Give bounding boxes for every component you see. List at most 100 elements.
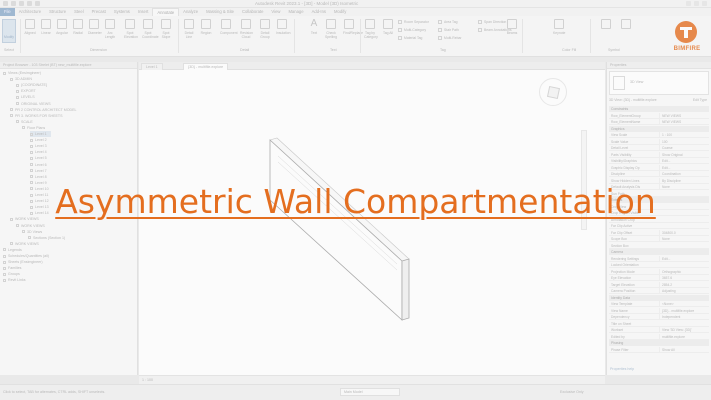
property-row[interactable]: Parts Visibility Show Original bbox=[609, 151, 709, 158]
save-icon[interactable] bbox=[19, 1, 24, 6]
tree-item[interactable]: Groups bbox=[3, 271, 20, 277]
tree-item[interactable]: PR 2 CONTROL ARCHITECT MODEL bbox=[10, 107, 77, 113]
tab-file[interactable]: File bbox=[0, 8, 15, 16]
minimize-icon[interactable] bbox=[686, 1, 691, 6]
property-row[interactable]: Workset View '3D View: {3D}' bbox=[609, 327, 709, 333]
expand-toggle-icon[interactable] bbox=[16, 89, 19, 93]
expand-toggle-icon[interactable] bbox=[30, 138, 33, 142]
tab-add-ins[interactable]: Add-Ins bbox=[308, 8, 330, 16]
property-group-header[interactable]: Phasing bbox=[609, 340, 709, 346]
tree-item[interactable]: {COORDINATE} bbox=[16, 82, 47, 88]
expand-toggle-icon[interactable] bbox=[3, 248, 6, 252]
property-value[interactable]: <None> bbox=[659, 301, 709, 306]
property-value[interactable]: Show Original bbox=[659, 151, 709, 157]
property-value[interactable]: View '3D View: {3D}' bbox=[659, 327, 709, 332]
property-row[interactable]: View Name {3D} - multifile.explore bbox=[609, 307, 709, 314]
drawing-canvas[interactable] bbox=[139, 70, 605, 375]
open-icon[interactable] bbox=[11, 1, 16, 6]
tree-item[interactable]: Families bbox=[3, 265, 21, 271]
tab-annotate[interactable]: Annotate bbox=[152, 8, 180, 16]
expand-toggle-icon[interactable] bbox=[28, 236, 31, 240]
expand-toggle-icon[interactable] bbox=[10, 108, 13, 112]
tree-item[interactable]: Revit Links bbox=[3, 277, 26, 283]
tree-item[interactable]: EXPORT bbox=[16, 88, 36, 94]
property-value[interactable]: Edit... bbox=[659, 164, 709, 170]
property-value[interactable]: 100 bbox=[659, 138, 709, 144]
property-row[interactable]: Eye Elevation 3657.6 bbox=[609, 275, 709, 281]
tag-by-category-button[interactable]: Tag by Category bbox=[364, 19, 378, 43]
tree-item[interactable]: LEVELS bbox=[16, 94, 35, 100]
expand-toggle-icon[interactable] bbox=[16, 224, 19, 228]
tree-item[interactable]: Floor Plans bbox=[22, 125, 45, 131]
property-row[interactable]: Section Box bbox=[609, 243, 709, 249]
tree-item[interactable]: Level 6 bbox=[30, 162, 47, 168]
properties-help-link[interactable]: Properties help bbox=[610, 367, 634, 371]
property-row[interactable]: Row_ElementName NEW VIEWS bbox=[609, 119, 709, 125]
tree-item[interactable]: Level 3 bbox=[30, 143, 47, 149]
property-row[interactable]: Detail Level Coarse bbox=[609, 145, 709, 151]
property-value[interactable]: Independent bbox=[659, 314, 709, 319]
edit-type-button[interactable]: Edit Type bbox=[693, 97, 707, 104]
diameter-dimension-button[interactable]: Diameter bbox=[88, 19, 102, 43]
expand-toggle-icon[interactable] bbox=[30, 150, 33, 154]
tab-insert[interactable]: Insert bbox=[134, 8, 152, 16]
maximize-icon[interactable] bbox=[694, 1, 699, 6]
tree-item[interactable]: Schedules/Quantities (all) bbox=[3, 253, 49, 259]
property-value[interactable]: Adjusting bbox=[659, 288, 709, 293]
detail-group-button[interactable]: Detail Group bbox=[259, 19, 271, 43]
angular-dimension-button[interactable]: Angular bbox=[56, 19, 68, 43]
property-row[interactable]: Row_ElementGroup NEW VIEWS bbox=[609, 112, 709, 119]
type-selector[interactable]: 3D View bbox=[609, 71, 709, 95]
property-row[interactable]: Far Clip Offset 304800.0 bbox=[609, 229, 709, 236]
property-value[interactable]: Orthographic bbox=[659, 268, 709, 274]
expand-toggle-icon[interactable] bbox=[30, 169, 33, 173]
property-row[interactable]: Discipline Coordination bbox=[609, 171, 709, 177]
property-row[interactable]: Graphic Display Op Edit... bbox=[609, 164, 709, 171]
expand-toggle-icon[interactable] bbox=[3, 260, 6, 264]
property-row[interactable]: Far Clip Active bbox=[609, 223, 709, 229]
expand-toggle-icon[interactable] bbox=[22, 230, 25, 234]
tree-item[interactable]: PR 3. WORKS FOR SHEETS bbox=[10, 113, 63, 119]
tree-item[interactable]: WORK VIEWS bbox=[10, 241, 39, 247]
expand-toggle-icon[interactable] bbox=[3, 278, 6, 282]
property-value[interactable]: None bbox=[659, 236, 709, 241]
tag-all-button[interactable]: Tag All bbox=[382, 19, 394, 43]
property-group-header[interactable]: Identity Data bbox=[609, 294, 709, 301]
spot-slope-button[interactable]: Spot Slope bbox=[160, 19, 172, 43]
span-direction-button[interactable]: Span Direction bbox=[478, 20, 506, 26]
tree-item[interactable]: Sheets (Ensimgineer) bbox=[3, 259, 43, 265]
property-row[interactable]: Phase Filter Show All bbox=[609, 346, 709, 353]
expand-toggle-icon[interactable] bbox=[16, 95, 19, 99]
view-scale[interactable]: 1 : 100 bbox=[142, 378, 153, 382]
property-value[interactable]: Edit... bbox=[659, 158, 709, 163]
property-row[interactable]: Rendering Settings Edit... bbox=[609, 255, 709, 262]
tab-structure[interactable]: Structure bbox=[45, 8, 70, 16]
room-separator-tag-button[interactable]: Room Separator bbox=[398, 20, 429, 26]
symbol-button[interactable] bbox=[600, 19, 612, 43]
detail-line-button[interactable]: Detail Line bbox=[183, 19, 195, 43]
multi-category-tag-button[interactable]: Multi-Category bbox=[398, 28, 426, 34]
expand-toggle-icon[interactable] bbox=[3, 266, 6, 270]
radial-dimension-button[interactable]: Radial bbox=[72, 19, 84, 43]
tab-manage[interactable]: Manage bbox=[284, 8, 307, 16]
check-spelling-button[interactable]: Check Spelling bbox=[325, 19, 337, 43]
property-value[interactable]: Show All bbox=[659, 346, 709, 352]
insulation-button[interactable]: Insulation bbox=[276, 19, 291, 43]
component-button[interactable]: Component bbox=[220, 19, 238, 43]
expand-toggle-icon[interactable] bbox=[22, 126, 25, 130]
wall-model[interactable] bbox=[139, 70, 605, 375]
property-value[interactable]: NEW VIEWS bbox=[659, 119, 709, 124]
property-row[interactable]: Target Elevation 2854.2 bbox=[609, 281, 709, 288]
tree-item[interactable]: 3D Views bbox=[22, 229, 42, 235]
tab-view[interactable]: View bbox=[267, 8, 284, 16]
expand-toggle-icon[interactable] bbox=[16, 120, 19, 124]
text-button[interactable]: A Text bbox=[308, 19, 320, 43]
editable-only-toggle[interactable]: Exclusive Only bbox=[560, 390, 584, 394]
tab-architecture[interactable]: Architecture bbox=[15, 8, 45, 16]
close-icon[interactable] bbox=[702, 1, 707, 6]
undo-icon[interactable] bbox=[27, 1, 32, 6]
view-cube[interactable] bbox=[539, 78, 567, 106]
view-tab-level-1[interactable]: Level 1 bbox=[141, 63, 163, 70]
property-row[interactable]: Camera Position Adjusting bbox=[609, 288, 709, 294]
view-tab-3d[interactable]: {3D} - multifile.explore bbox=[183, 63, 229, 70]
